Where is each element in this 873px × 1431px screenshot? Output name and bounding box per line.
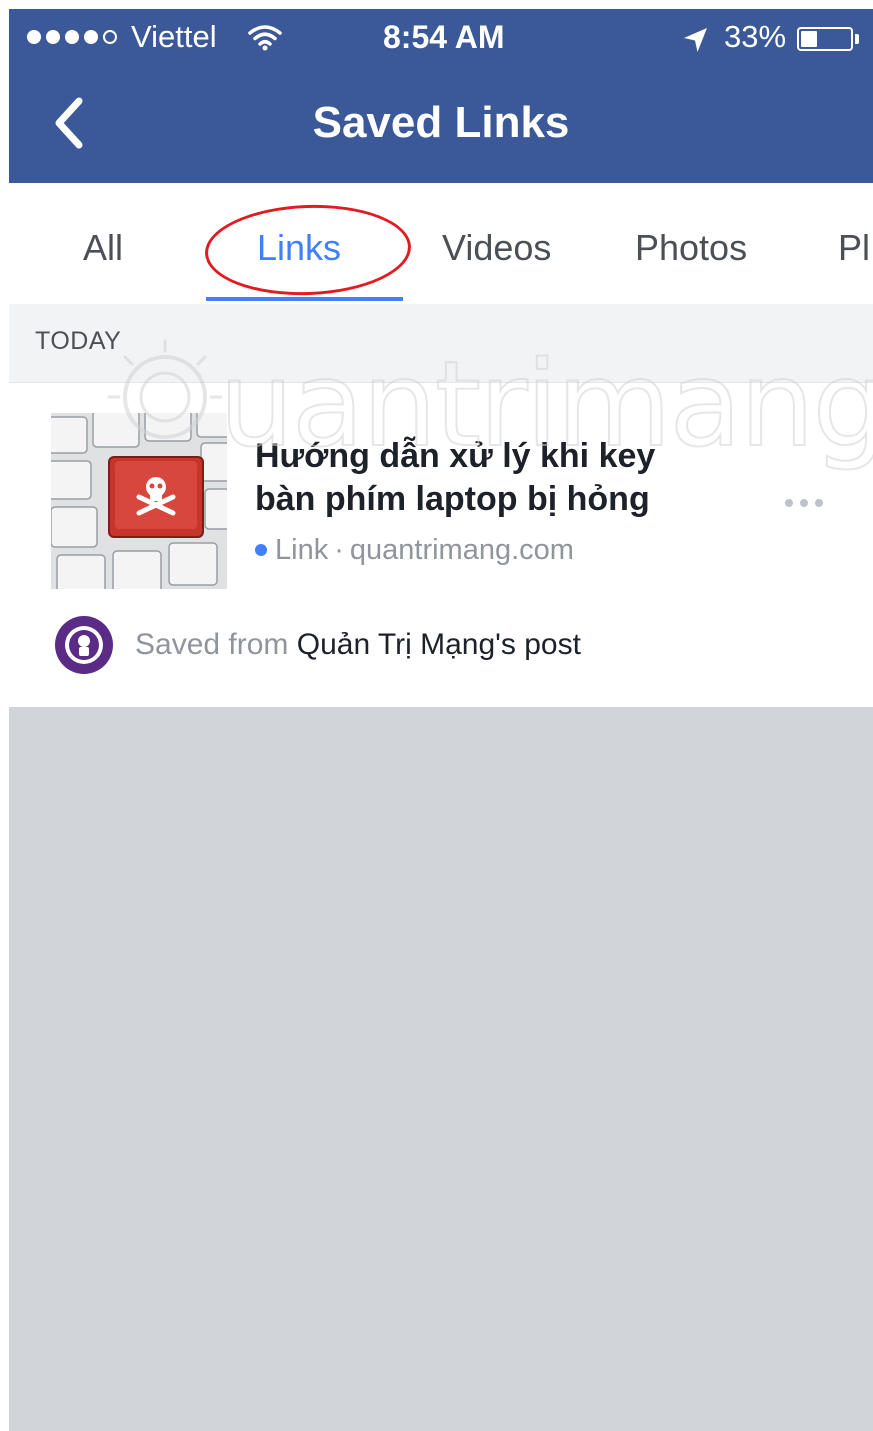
signal-dot bbox=[27, 30, 41, 44]
tab-links[interactable]: Links bbox=[257, 227, 341, 269]
status-bar: Viettel 8:54 AM 33% bbox=[9, 9, 873, 67]
saved-item[interactable]: Hướng dẫn xử lý khi key bàn phím laptop … bbox=[9, 383, 873, 699]
section-label: TODAY bbox=[35, 327, 122, 355]
signal-dot bbox=[46, 30, 60, 44]
battery-level bbox=[801, 31, 817, 47]
link-title[interactable]: Hướng dẫn xử lý khi key bàn phím laptop … bbox=[255, 435, 725, 521]
link-type-dot-icon bbox=[255, 544, 267, 556]
wifi-icon bbox=[247, 23, 283, 56]
section-header: TODAY bbox=[9, 304, 873, 383]
saved-from-prefix: Saved from bbox=[135, 628, 289, 661]
tab-all[interactable]: All bbox=[83, 227, 123, 269]
filter-tabs: All Links Videos Photos Pl bbox=[9, 191, 873, 303]
app-screen: Viettel 8:54 AM 33% Saved Links All Link… bbox=[9, 9, 873, 1431]
signal-dot bbox=[103, 30, 117, 44]
link-type: Link bbox=[275, 534, 329, 566]
saved-from-source[interactable]: Quản Trị Mạng's post bbox=[297, 628, 581, 661]
page-title: Saved Links bbox=[312, 98, 570, 147]
page-avatar-icon[interactable] bbox=[55, 616, 113, 674]
battery-percent: 33% bbox=[724, 19, 787, 54]
tab-places[interactable]: Pl bbox=[838, 227, 870, 269]
battery-tip bbox=[855, 34, 859, 44]
meta-separator: · bbox=[334, 534, 344, 566]
active-tab-indicator bbox=[206, 297, 403, 301]
tab-photos[interactable]: Photos bbox=[635, 227, 747, 269]
battery-icon bbox=[797, 27, 853, 51]
status-time: 8:54 AM bbox=[383, 19, 505, 55]
signal-strength-icon bbox=[27, 30, 117, 44]
saved-from-row: Saved from Quản Trị Mạng's post bbox=[55, 615, 581, 675]
saved-from-text: Saved from Quản Trị Mạng's post bbox=[135, 627, 581, 663]
more-dot bbox=[785, 499, 793, 507]
nav-header: Viettel 8:54 AM 33% Saved Links bbox=[9, 9, 873, 183]
more-dot bbox=[815, 499, 823, 507]
tab-videos[interactable]: Videos bbox=[442, 227, 551, 269]
link-domain: quantrimang.com bbox=[349, 534, 574, 566]
signal-dot bbox=[65, 30, 79, 44]
empty-content-area bbox=[9, 707, 873, 1431]
link-thumbnail[interactable] bbox=[51, 413, 227, 589]
signal-dot bbox=[84, 30, 98, 44]
location-arrow-icon bbox=[681, 25, 711, 60]
link-meta: Link · quantrimang.com bbox=[255, 533, 574, 567]
carrier-name: Viettel bbox=[131, 19, 217, 54]
more-options-icon[interactable] bbox=[785, 493, 835, 513]
avatar-logo bbox=[57, 618, 111, 672]
keyboard-skull-key-image bbox=[51, 413, 227, 589]
more-dot bbox=[800, 499, 808, 507]
